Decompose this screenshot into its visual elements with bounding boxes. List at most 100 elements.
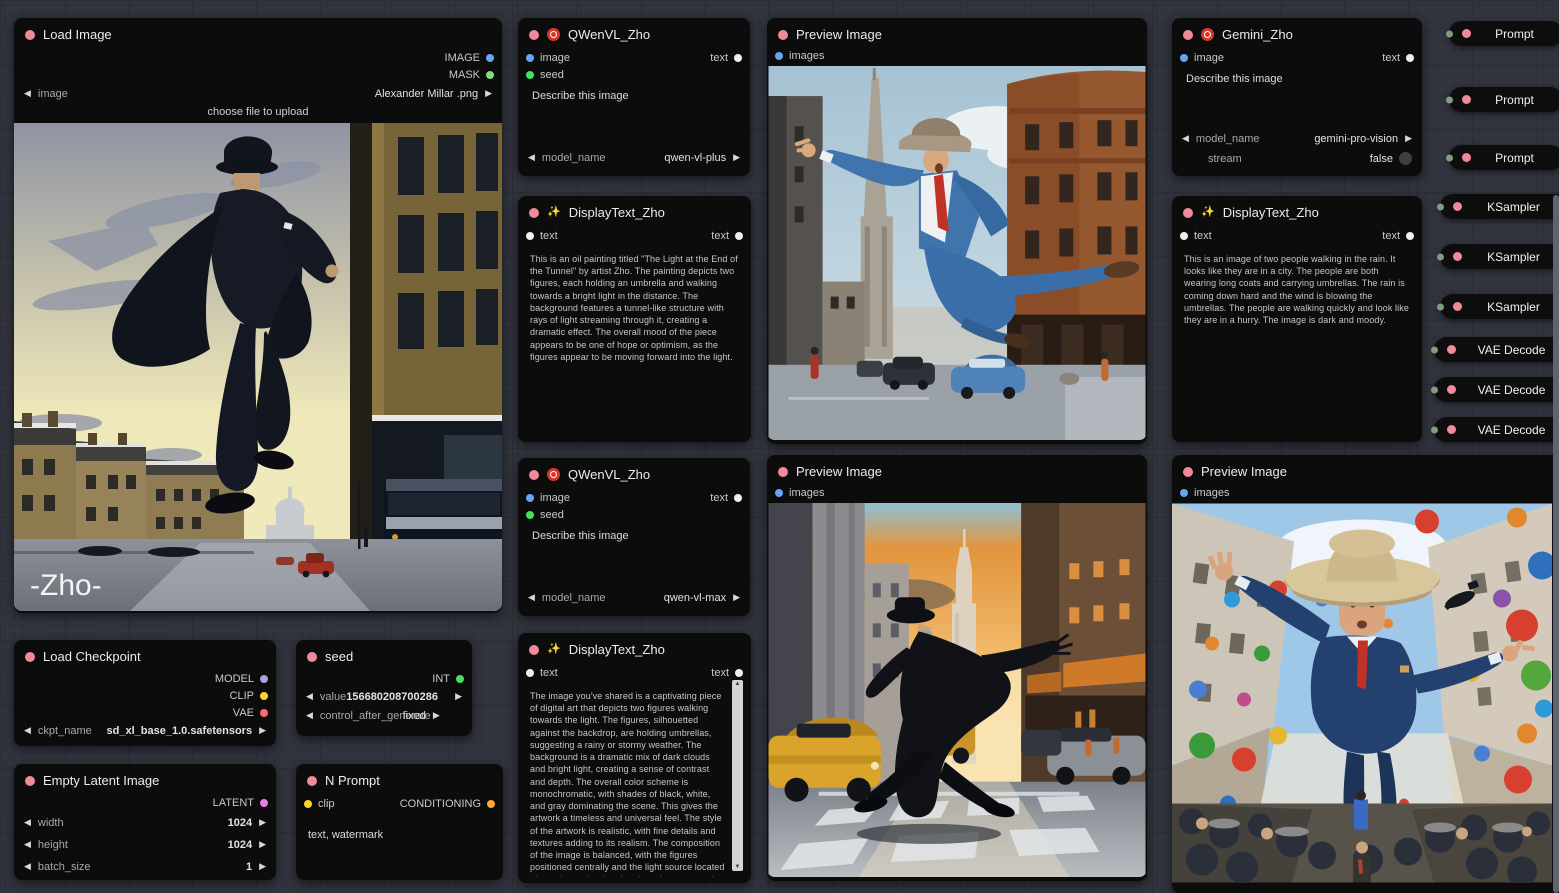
arrow-right-icon[interactable]: ▶ [259,861,266,872]
node-preview-image-2[interactable]: Preview Image images [767,455,1147,881]
image-input-dot[interactable] [526,54,534,62]
collapse-dot[interactable] [1462,153,1471,162]
text-scrollbar[interactable]: ▲ ▼ [732,680,743,871]
node-prompt-collapsed-3[interactable]: Prompt [1449,145,1559,170]
page-scrollbar[interactable] [1553,195,1559,893]
collapse-dot[interactable] [778,30,788,40]
text-input-dot[interactable] [526,232,534,240]
arrow-right-icon[interactable]: ▶ [259,725,266,736]
node-header[interactable]: N Prompt [296,764,503,793]
left-slot-dot[interactable] [1446,96,1453,103]
left-slot-dot[interactable] [1431,346,1438,353]
arrow-right-icon[interactable]: ▶ [1405,133,1412,144]
arrow-right-icon[interactable]: ▶ [733,152,740,163]
text-output-dot[interactable] [735,669,743,677]
collapse-dot[interactable] [778,467,788,477]
node-prompt-collapsed-2[interactable]: Prompt [1449,87,1559,112]
node-vae-decode-collapsed-3[interactable]: VAE Decode [1434,417,1559,442]
stream-toggle-widget[interactable]: stream false [1172,149,1422,168]
collapse-dot[interactable] [25,30,35,40]
collapse-dot[interactable] [1447,345,1456,354]
node-ksampler-collapsed-2[interactable]: KSampler [1440,244,1559,269]
arrow-left-icon[interactable]: ◀ [528,592,535,603]
arrow-left-icon[interactable]: ◀ [24,861,31,872]
arrow-left-icon[interactable]: ◀ [24,725,31,736]
collapse-dot[interactable] [1447,425,1456,434]
batch-size-widget[interactable]: ◀ batch_size 1 ▶ [14,857,276,876]
model-name-widget[interactable]: ◀ model_name qwen-vl-max ▶ [518,588,750,607]
node-gemini[interactable]: Gemini_Zho image text Describe this imag… [1172,18,1422,176]
left-slot-dot[interactable] [1446,154,1453,161]
image-combo-widget[interactable]: ◀ image Alexander Millar .png ▶ [14,84,502,103]
image-output-dot[interactable] [486,54,494,62]
text-output-dot[interactable] [735,232,743,240]
node-header[interactable]: ✨ DisplayText_Zho [1172,196,1422,225]
left-slot-dot[interactable] [1431,386,1438,393]
prompt-text-widget[interactable]: Describe this image [518,523,750,542]
node-header[interactable]: Load Image [14,18,502,47]
stream-toggle[interactable] [1399,152,1412,165]
left-slot-dot[interactable] [1431,426,1438,433]
node-preview-image-3[interactable]: Preview Image images [1172,455,1559,893]
node-header[interactable]: Gemini_Zho [1172,18,1422,47]
node-displaytext-3[interactable]: ✨ DisplayText_Zho text text This is an i… [1172,196,1422,442]
text-input-dot[interactable] [1180,232,1188,240]
arrow-right-icon[interactable]: ▶ [733,592,740,603]
collapse-dot[interactable] [1453,252,1462,261]
ckpt-name-widget[interactable]: ◀ ckpt_name sd_xl_base_1.0.safetensors ▶ [14,721,276,740]
clip-input-dot[interactable] [304,800,312,808]
conditioning-output-dot[interactable] [487,800,495,808]
negative-prompt-text-widget[interactable]: text, watermark [296,822,503,841]
control-after-generate-widget[interactable]: ◀ control_after_generate fixed ▶ [296,706,472,725]
node-header[interactable]: QWenVL_Zho [518,18,750,47]
image-input-dot[interactable] [526,494,534,502]
left-slot-dot[interactable] [1437,253,1444,260]
node-prompt-collapsed-1[interactable]: Prompt [1449,21,1559,46]
arrow-left-icon[interactable]: ◀ [24,817,31,828]
node-displaytext-2[interactable]: ✨ DisplayText_Zho text text The image yo… [518,633,751,883]
node-preview-image-1[interactable]: Preview Image images [767,18,1147,444]
node-load-checkpoint[interactable]: Load Checkpoint MODEL CLIP VAE ◀ ckpt_na… [14,640,276,746]
node-ksampler-collapsed-3[interactable]: KSampler [1440,294,1559,319]
collapse-dot[interactable] [1183,30,1193,40]
collapse-dot[interactable] [1453,302,1462,311]
left-slot-dot[interactable] [1446,30,1453,37]
collapse-dot[interactable] [1183,467,1193,477]
int-output-dot[interactable] [456,675,464,683]
collapse-dot[interactable] [1462,29,1471,38]
prompt-text-widget[interactable]: Describe this image [518,83,750,102]
node-header[interactable]: ✨ DisplayText_Zho [518,633,751,662]
images-input-dot[interactable] [775,52,783,60]
text-input-dot[interactable] [526,669,534,677]
node-n-prompt[interactable]: N Prompt clip CONDITIONING text, waterma… [296,764,503,880]
images-input-dot[interactable] [1180,489,1188,497]
node-header[interactable]: Preview Image [767,455,1147,484]
node-seed[interactable]: seed INT ◀ value 156680208700286 ▶ ◀ con… [296,640,472,736]
arrow-left-icon[interactable]: ◀ [306,710,313,721]
scroll-up-icon[interactable]: ▲ [735,681,741,687]
collapse-dot[interactable] [529,645,539,655]
collapse-dot[interactable] [1453,202,1462,211]
text-output-dot[interactable] [1406,232,1414,240]
arrow-right-icon[interactable]: ▶ [259,839,266,850]
node-load-image[interactable]: Load Image IMAGE MASK ◀ image Alexander … [14,18,502,613]
node-vae-decode-collapsed-2[interactable]: VAE Decode [1434,377,1559,402]
left-slot-dot[interactable] [1437,203,1444,210]
arrow-left-icon[interactable]: ◀ [24,839,31,850]
node-qwenvl-2[interactable]: QWenVL_Zho image text seed Describe this… [518,458,750,616]
node-header[interactable]: ✨ DisplayText_Zho [518,196,751,225]
node-ksampler-collapsed-1[interactable]: KSampler [1440,194,1559,219]
text-output-dot[interactable] [734,494,742,502]
width-widget[interactable]: ◀ width 1024 ▶ [14,813,276,832]
mask-output-dot[interactable] [486,71,494,79]
node-displaytext-1[interactable]: ✨ DisplayText_Zho text text This is an o… [518,196,751,442]
node-header[interactable]: Empty Latent Image [14,764,276,793]
node-header[interactable]: Preview Image [1172,455,1559,484]
node-vae-decode-collapsed-1[interactable]: VAE Decode [1434,337,1559,362]
arrow-right-icon[interactable]: ▶ [455,691,462,702]
collapse-dot[interactable] [307,776,317,786]
image-input-dot[interactable] [1180,54,1188,62]
latent-output-dot[interactable] [260,799,268,807]
collapse-dot[interactable] [25,776,35,786]
seed-input-dot[interactable] [526,511,534,519]
